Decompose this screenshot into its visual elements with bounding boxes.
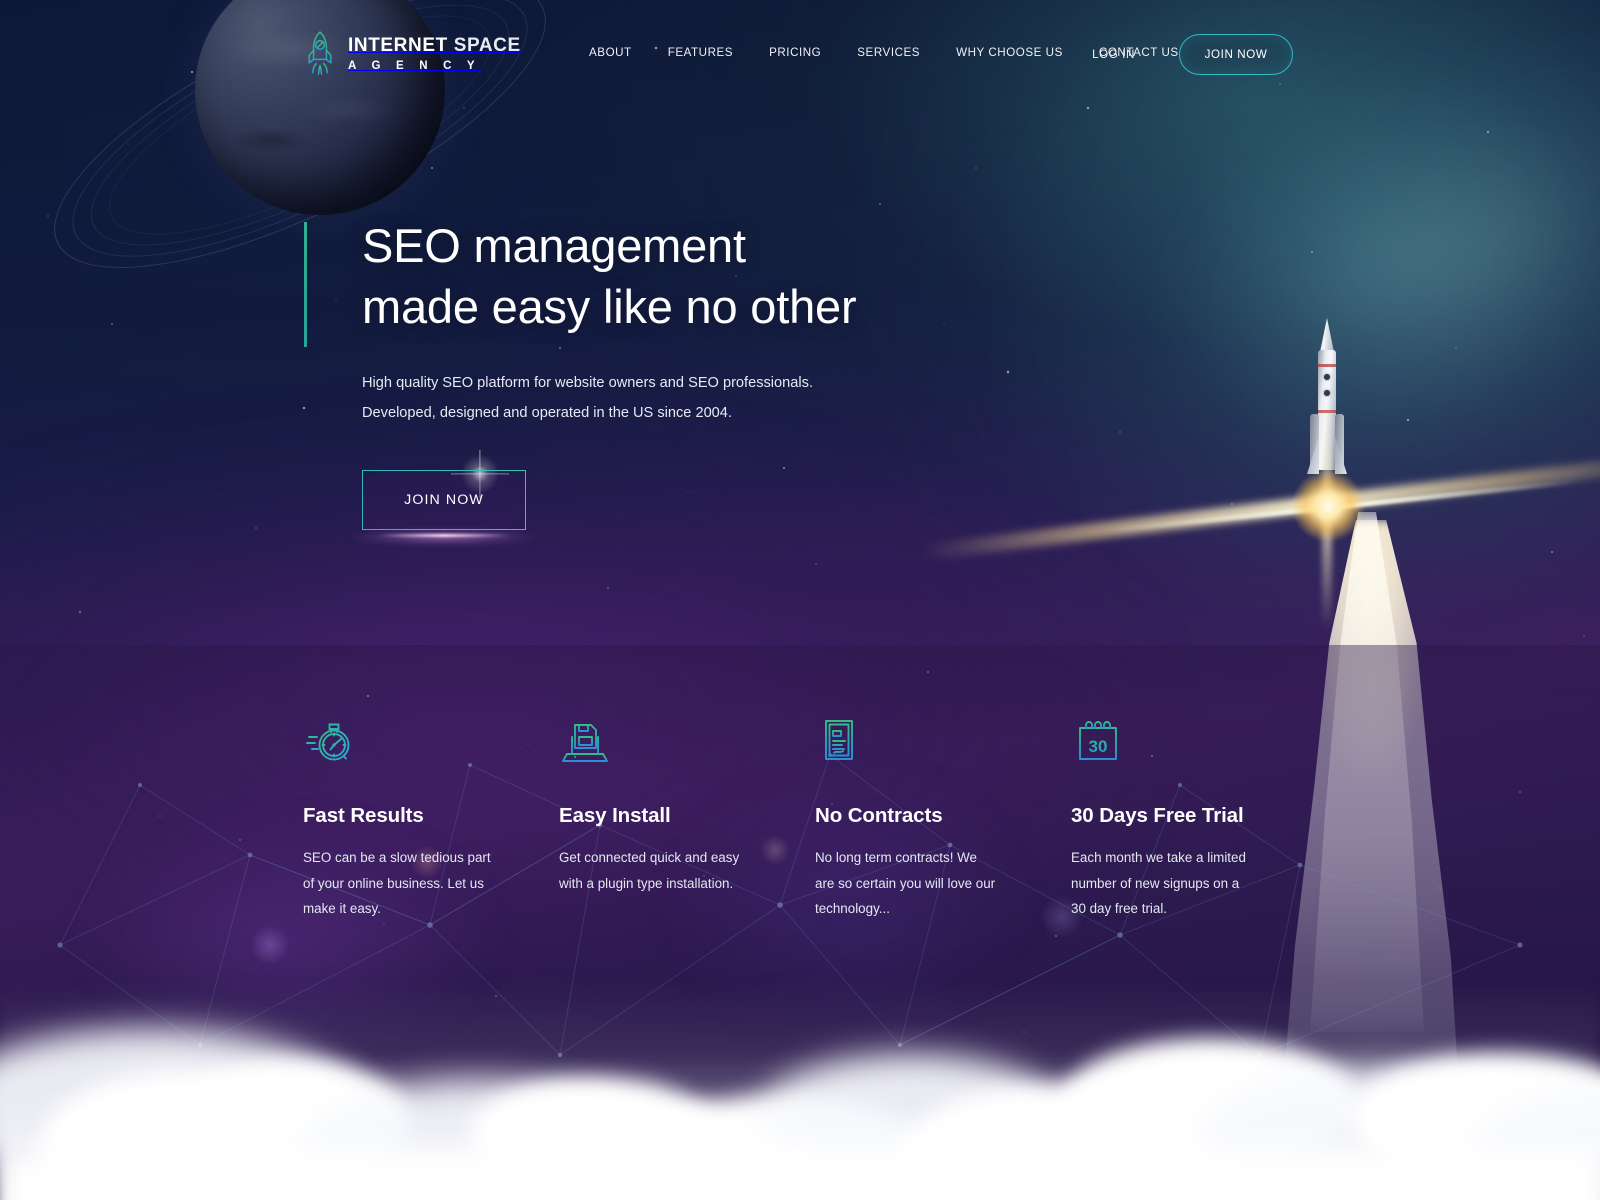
hero-title: SEO management made easy like no other [362,215,1122,337]
features-grid: Fast Results SEO can be a slow tedious p… [303,700,1343,922]
calendar-30-icon: 30 [1079,721,1117,760]
feature-description: SEO can be a slow tedious part of your o… [303,845,518,922]
hero-cta-wrapper: JOIN NOW [348,470,540,542]
features-section: Fast Results SEO can be a slow tedious p… [0,700,1600,960]
feature-description: No long term contracts! We are so certai… [815,845,1030,922]
stopwatch-icon [306,723,350,761]
feature-description-line: SEO can be a slow tedious part [303,850,491,865]
feature-icon-wrapper [559,700,774,766]
hero-subtitle-line-1: High quality SEO platform for website ow… [362,375,813,391]
nav-item-pricing[interactable]: PRICING [751,46,839,59]
landing-page: INTERNET SPACE A G E N C Y ABOUT FEATURE… [0,0,1600,1200]
log-in-link[interactable]: LOG IN [1092,48,1135,61]
feature-description-line: technology... [815,901,890,916]
feature-icon-wrapper [303,700,518,766]
hero-title-line-1: SEO management [362,219,746,272]
hero-title-line-2: made easy like no other [362,280,857,333]
logo-text: INTERNET SPACE A G E N C Y [348,34,521,73]
feature-description: Each month we take a limited number of n… [1071,845,1286,922]
feature-title: Easy Install [559,804,671,827]
feature-card-fast-results: Fast Results SEO can be a slow tedious p… [303,700,518,922]
feature-description-line: No long term contracts! We [815,850,977,865]
feature-card-easy-install: Easy Install Get connected quick and eas… [559,700,774,922]
logo-secondary-text: A G E N C Y [348,59,481,72]
feature-description-line: Each month we take a limited [1071,850,1246,865]
feature-description-line: 30 day free trial. [1071,901,1168,916]
join-now-hero-button[interactable]: JOIN NOW [362,470,526,530]
feature-icon-wrapper [815,700,1030,766]
join-now-header-button[interactable]: JOIN NOW [1179,34,1293,75]
feature-description: Get connected quick and easy with a plug… [559,845,774,896]
feature-description-line: are so certain you will love our [815,875,996,891]
nav-item-about[interactable]: ABOUT [589,46,650,59]
feature-card-no-contracts: No Contracts No long term contracts! We … [815,700,1030,922]
site-header: INTERNET SPACE A G E N C Y ABOUT FEATURE… [0,0,1600,108]
hero-subtitle-line-2: Developed, designed and operated in the … [362,405,732,421]
nav-item-services[interactable]: SERVICES [839,46,938,59]
cta-glow-streak [378,534,510,537]
hero-accent-bar [304,222,307,347]
rocket-icon [308,31,332,75]
logo-primary-text: INTERNET SPACE [348,34,521,56]
contract-document-icon [825,720,853,760]
calendar-day-number: 30 [1089,737,1108,756]
feature-description-line: with a plugin type installation. [559,875,734,891]
feature-title: Fast Results [303,804,424,827]
feature-description-line: make it easy. [303,901,381,916]
hero-subtitle: High quality SEO platform for website ow… [362,368,982,428]
logo[interactable]: INTERNET SPACE A G E N C Y [303,30,521,76]
nav-item-features[interactable]: FEATURES [650,46,751,59]
feature-icon-wrapper: 30 [1071,700,1286,766]
header-auth-actions: LOG IN JOIN NOW [1092,34,1293,75]
feature-card-free-trial: 30 30 Days Free Trial Each month we take… [1071,700,1286,922]
nav-item-why-choose-us[interactable]: WHY CHOOSE US [938,46,1081,59]
feature-description-line: of your online business. Let us [303,875,484,891]
feature-description-line: number of new signups on a [1071,875,1240,891]
laptop-install-icon [562,724,608,762]
feature-description-line: Get connected quick and easy [559,850,740,865]
feature-title: 30 Days Free Trial [1071,804,1244,827]
feature-title: No Contracts [815,804,943,827]
